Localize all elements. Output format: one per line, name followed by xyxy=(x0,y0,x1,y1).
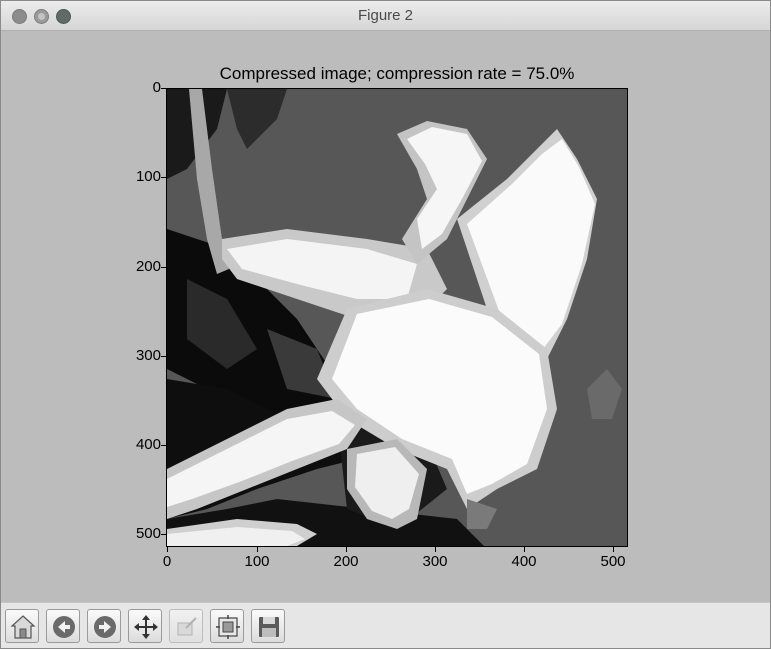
x-tick-label: 400 xyxy=(511,553,537,570)
y-tick-mark xyxy=(161,267,166,268)
x-tick-label: 500 xyxy=(600,553,626,570)
x-tick-label: 200 xyxy=(333,553,359,570)
navigation-toolbar xyxy=(1,602,770,648)
compressed-lily-image xyxy=(167,89,627,546)
window-title: Figure 2 xyxy=(357,7,414,24)
home-icon xyxy=(10,615,36,639)
x-tick-mark xyxy=(435,547,436,552)
zoom-button[interactable] xyxy=(169,609,203,643)
forward-arrow-icon xyxy=(94,616,116,638)
figure-window: Figure 2 Compressed image; compression r… xyxy=(0,0,771,649)
y-tick-label: 100 xyxy=(135,168,161,185)
forward-button[interactable] xyxy=(87,609,121,643)
y-tick-label: 200 xyxy=(135,258,161,275)
home-button[interactable] xyxy=(5,609,39,643)
image-axes[interactable] xyxy=(166,88,628,547)
figure-canvas: Compressed image; compression rate = 75.… xyxy=(1,31,770,602)
y-tick-mark xyxy=(161,534,166,535)
y-tick-mark xyxy=(161,356,166,357)
x-tick-mark xyxy=(613,547,614,552)
x-tick-label: 0 xyxy=(162,553,172,570)
subplots-button[interactable] xyxy=(210,609,244,643)
plot-title: Compressed image; compression rate = 75.… xyxy=(219,64,575,83)
y-tick-label: 0 xyxy=(152,79,161,96)
save-icon xyxy=(259,617,279,637)
y-tick-mark xyxy=(161,445,166,446)
back-arrow-icon xyxy=(53,616,75,638)
x-tick-mark xyxy=(524,547,525,552)
title-bar: Figure 2 xyxy=(1,1,770,31)
y-tick-label: 500 xyxy=(135,525,161,542)
y-tick-label: 300 xyxy=(135,347,161,364)
y-tick-mark xyxy=(161,177,166,178)
save-button[interactable] xyxy=(251,609,285,643)
x-tick-mark xyxy=(346,547,347,552)
x-tick-mark xyxy=(167,547,168,552)
pan-icon xyxy=(134,615,158,639)
y-tick-label: 400 xyxy=(135,436,161,453)
x-tick-label: 100 xyxy=(244,553,270,570)
y-tick-mark xyxy=(161,88,166,89)
pan-button[interactable] xyxy=(128,609,162,643)
subplots-icon xyxy=(216,615,240,639)
back-button[interactable] xyxy=(46,609,80,643)
zoom-icon xyxy=(177,617,197,636)
x-tick-mark xyxy=(257,547,258,552)
x-tick-label: 300 xyxy=(422,553,448,570)
